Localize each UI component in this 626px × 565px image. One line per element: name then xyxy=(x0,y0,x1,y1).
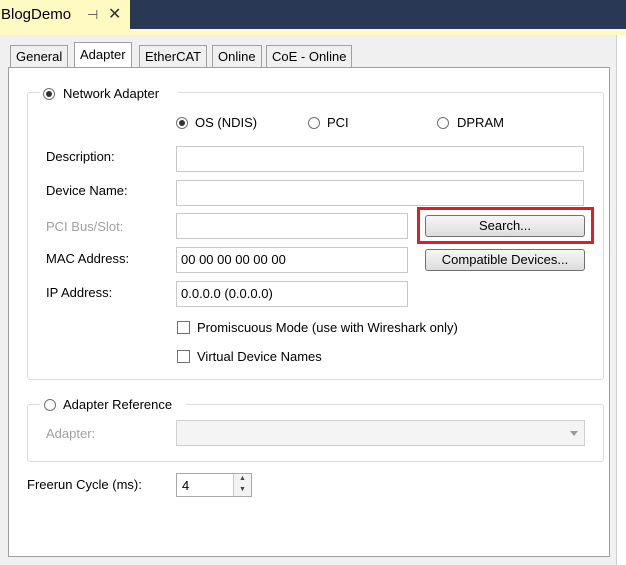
spin-down-icon[interactable]: ▼ xyxy=(233,485,251,496)
compatible-devices-button[interactable]: Compatible Devices... xyxy=(425,249,585,271)
pci-bus-slot-field[interactable] xyxy=(176,213,408,239)
pci-label: PCI xyxy=(327,115,349,130)
freerun-cycle-label: Freerun Cycle (ms): xyxy=(27,477,142,492)
tab-coe-online[interactable]: CoE - Online xyxy=(266,45,353,67)
adapter-reference-label: Adapter Reference xyxy=(63,397,173,412)
pin-icon[interactable]: ⊣ xyxy=(87,7,98,23)
adapter-combobox[interactable] xyxy=(176,420,585,446)
search-button[interactable]: Search... xyxy=(425,215,585,237)
ip-address-field[interactable]: 0.0.0.0 (0.0.0.0) xyxy=(176,281,408,307)
description-label: Description: xyxy=(46,149,115,164)
tab-online[interactable]: Online xyxy=(212,45,262,67)
chevron-down-icon xyxy=(570,431,578,436)
dpram-label: DPRAM xyxy=(457,115,504,130)
ip-address-label: IP Address: xyxy=(46,285,113,300)
tab-ethercat[interactable]: EtherCAT xyxy=(139,45,208,67)
promiscuous-mode-checkbox[interactable] xyxy=(177,321,190,334)
os-ndis-label: OS (NDIS) xyxy=(195,115,258,130)
scroll-gutter xyxy=(616,35,626,565)
mac-address-label: MAC Address: xyxy=(46,251,130,266)
device-name-field[interactable] xyxy=(176,180,584,206)
mac-address-field[interactable]: 00 00 00 00 00 00 xyxy=(176,247,408,273)
network-adapter-header: Network Adapter xyxy=(40,85,178,103)
network-adapter-label: Network Adapter xyxy=(63,86,160,101)
network-adapter-radio[interactable] xyxy=(43,88,55,100)
adapter-reference-header: Adapter Reference xyxy=(40,396,186,414)
freerun-cycle-value: 4 xyxy=(182,478,190,493)
close-icon[interactable]: ✕ xyxy=(108,4,121,24)
os-ndis-radio[interactable] xyxy=(176,117,188,129)
dpram-radio[interactable] xyxy=(437,117,449,129)
virtual-device-names-checkbox[interactable] xyxy=(177,350,190,363)
adapter-label: Adapter: xyxy=(46,426,96,441)
document-tab[interactable]: BlogDemo ⊣ ✕ xyxy=(0,0,130,29)
tab-general[interactable]: General xyxy=(10,45,69,67)
document-tab-title: BlogDemo xyxy=(1,6,72,23)
promiscuous-mode-label: Promiscuous Mode (use with Wireshark onl… xyxy=(197,320,458,335)
device-name-label: Device Name: xyxy=(46,183,128,198)
pci-radio[interactable] xyxy=(308,117,320,129)
spin-up-icon[interactable]: ▲ xyxy=(233,474,251,485)
description-field[interactable] xyxy=(176,146,584,172)
tab-adapter[interactable]: Adapter xyxy=(74,42,132,67)
freerun-cycle-stepper[interactable]: 4 ▲ ▼ xyxy=(176,473,252,497)
virtual-device-names-label: Virtual Device Names xyxy=(197,349,322,364)
pci-bus-slot-label: PCI Bus/Slot: xyxy=(46,219,124,234)
adapter-reference-radio[interactable] xyxy=(44,399,56,411)
